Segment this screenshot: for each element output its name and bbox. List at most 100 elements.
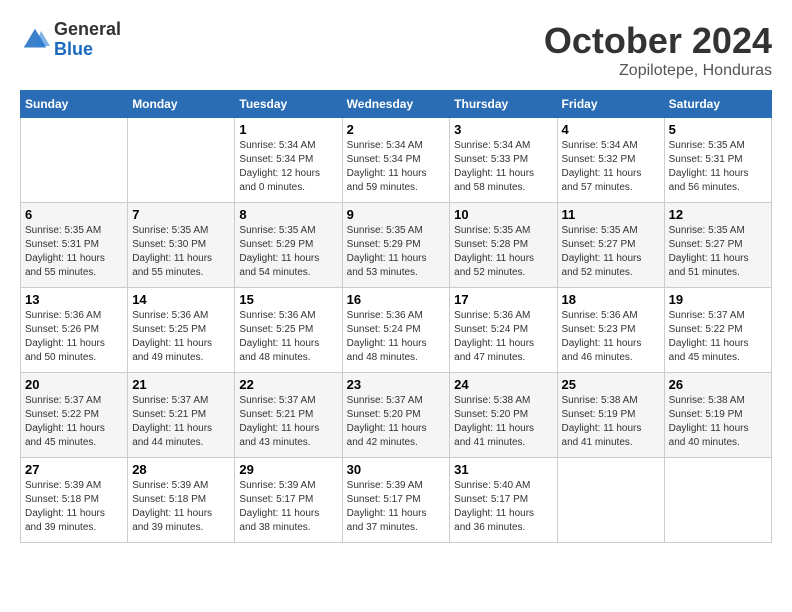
day-info: Sunrise: 5:34 AMSunset: 5:34 PMDaylight:…	[347, 139, 446, 195]
day-number: 21	[132, 377, 230, 392]
day-number: 8	[239, 207, 337, 222]
day-number: 24	[454, 377, 552, 392]
day-number: 12	[669, 207, 767, 222]
month-title: October 2024	[544, 20, 772, 62]
day-info: Sunrise: 5:38 AMSunset: 5:19 PMDaylight:…	[669, 394, 767, 450]
calendar-cell: 14 Sunrise: 5:36 AMSunset: 5:25 PMDayligh…	[128, 288, 235, 373]
day-number: 3	[454, 122, 552, 137]
calendar-cell: 29 Sunrise: 5:39 AMSunset: 5:17 PMDayligh…	[235, 458, 342, 543]
weekday-header-thursday: Thursday	[450, 91, 557, 118]
day-info: Sunrise: 5:34 AMSunset: 5:34 PMDaylight:…	[239, 139, 337, 195]
logo-icon	[20, 25, 50, 55]
calendar-cell	[557, 458, 664, 543]
day-number: 26	[669, 377, 767, 392]
day-info: Sunrise: 5:38 AMSunset: 5:20 PMDaylight:…	[454, 394, 552, 450]
header: General Blue October 2024 Zopilotepe, Ho…	[20, 20, 772, 80]
calendar-cell: 27 Sunrise: 5:39 AMSunset: 5:18 PMDayligh…	[21, 458, 128, 543]
weekday-header-sunday: Sunday	[21, 91, 128, 118]
day-info: Sunrise: 5:39 AMSunset: 5:17 PMDaylight:…	[239, 479, 337, 535]
day-info: Sunrise: 5:35 AMSunset: 5:29 PMDaylight:…	[347, 224, 446, 280]
day-info: Sunrise: 5:35 AMSunset: 5:27 PMDaylight:…	[669, 224, 767, 280]
calendar-cell: 24 Sunrise: 5:38 AMSunset: 5:20 PMDayligh…	[450, 373, 557, 458]
weekday-header-saturday: Saturday	[664, 91, 771, 118]
calendar-cell: 4Sunrise: 5:34 AMSunset: 5:32 PMDaylight…	[557, 118, 664, 203]
calendar-cell: 28 Sunrise: 5:39 AMSunset: 5:18 PMDayligh…	[128, 458, 235, 543]
logo-text: General Blue	[54, 20, 121, 60]
weekday-header-monday: Monday	[128, 91, 235, 118]
weekday-header-wednesday: Wednesday	[342, 91, 450, 118]
calendar-cell: 10Sunrise: 5:35 AMSunset: 5:28 PMDayligh…	[450, 203, 557, 288]
day-info: Sunrise: 5:35 AMSunset: 5:30 PMDaylight:…	[132, 224, 230, 280]
day-number: 2	[347, 122, 446, 137]
calendar-cell: 19 Sunrise: 5:37 AMSunset: 5:22 PMDayligh…	[664, 288, 771, 373]
day-number: 17	[454, 292, 552, 307]
calendar-cell: 11 Sunrise: 5:35 AMSunset: 5:27 PMDayligh…	[557, 203, 664, 288]
logo-general: General	[54, 20, 121, 40]
day-number: 18	[562, 292, 660, 307]
calendar-cell: 17Sunrise: 5:36 AMSunset: 5:24 PMDayligh…	[450, 288, 557, 373]
day-info: Sunrise: 5:39 AMSunset: 5:18 PMDaylight:…	[132, 479, 230, 535]
day-info: Sunrise: 5:36 AMSunset: 5:26 PMDaylight:…	[25, 309, 123, 365]
day-info: Sunrise: 5:35 AMSunset: 5:27 PMDaylight:…	[562, 224, 660, 280]
calendar-cell: 20 Sunrise: 5:37 AMSunset: 5:22 PMDayligh…	[21, 373, 128, 458]
calendar-cell: 25Sunrise: 5:38 AMSunset: 5:19 PMDayligh…	[557, 373, 664, 458]
calendar-week-row: 1Sunrise: 5:34 AMSunset: 5:34 PMDaylight…	[21, 118, 772, 203]
calendar-cell: 16 Sunrise: 5:36 AMSunset: 5:24 PMDayligh…	[342, 288, 450, 373]
calendar-cell: 26 Sunrise: 5:38 AMSunset: 5:19 PMDayligh…	[664, 373, 771, 458]
day-info: Sunrise: 5:37 AMSunset: 5:21 PMDaylight:…	[132, 394, 230, 450]
day-info: Sunrise: 5:37 AMSunset: 5:22 PMDaylight:…	[25, 394, 123, 450]
day-number: 11	[562, 207, 660, 222]
day-info: Sunrise: 5:39 AMSunset: 5:18 PMDaylight:…	[25, 479, 123, 535]
day-info: Sunrise: 5:40 AMSunset: 5:17 PMDaylight:…	[454, 479, 552, 535]
day-number: 5	[669, 122, 767, 137]
calendar-week-row: 6 Sunrise: 5:35 AMSunset: 5:31 PMDaylight…	[21, 203, 772, 288]
day-number: 19	[669, 292, 767, 307]
calendar-cell: 3 Sunrise: 5:34 AMSunset: 5:33 PMDaylight…	[450, 118, 557, 203]
calendar-cell: 21 Sunrise: 5:37 AMSunset: 5:21 PMDayligh…	[128, 373, 235, 458]
day-info: Sunrise: 5:36 AMSunset: 5:24 PMDaylight:…	[347, 309, 446, 365]
calendar-cell: 7 Sunrise: 5:35 AMSunset: 5:30 PMDaylight…	[128, 203, 235, 288]
logo-blue: Blue	[54, 40, 121, 60]
day-info: Sunrise: 5:37 AMSunset: 5:22 PMDaylight:…	[669, 309, 767, 365]
day-info: Sunrise: 5:36 AMSunset: 5:25 PMDaylight:…	[239, 309, 337, 365]
day-number: 14	[132, 292, 230, 307]
day-number: 7	[132, 207, 230, 222]
day-info: Sunrise: 5:34 AMSunset: 5:33 PMDaylight:…	[454, 139, 552, 195]
calendar-cell: 2 Sunrise: 5:34 AMSunset: 5:34 PMDaylight…	[342, 118, 450, 203]
calendar-cell: 23 Sunrise: 5:37 AMSunset: 5:20 PMDayligh…	[342, 373, 450, 458]
day-info: Sunrise: 5:37 AMSunset: 5:21 PMDaylight:…	[239, 394, 337, 450]
day-info: Sunrise: 5:36 AMSunset: 5:23 PMDaylight:…	[562, 309, 660, 365]
day-number: 28	[132, 462, 230, 477]
calendar-cell: 9 Sunrise: 5:35 AMSunset: 5:29 PMDaylight…	[342, 203, 450, 288]
calendar: SundayMondayTuesdayWednesdayThursdayFrid…	[20, 90, 772, 543]
calendar-cell: 22Sunrise: 5:37 AMSunset: 5:21 PMDayligh…	[235, 373, 342, 458]
weekday-header-friday: Friday	[557, 91, 664, 118]
day-info: Sunrise: 5:35 AMSunset: 5:28 PMDaylight:…	[454, 224, 552, 280]
location-subtitle: Zopilotepe, Honduras	[544, 62, 772, 80]
calendar-cell: 12 Sunrise: 5:35 AMSunset: 5:27 PMDayligh…	[664, 203, 771, 288]
day-number: 6	[25, 207, 123, 222]
calendar-cell: 18 Sunrise: 5:36 AMSunset: 5:23 PMDayligh…	[557, 288, 664, 373]
calendar-cell	[128, 118, 235, 203]
day-number: 27	[25, 462, 123, 477]
day-number: 29	[239, 462, 337, 477]
day-info: Sunrise: 5:38 AMSunset: 5:19 PMDaylight:…	[562, 394, 660, 450]
day-number: 9	[347, 207, 446, 222]
day-number: 16	[347, 292, 446, 307]
calendar-cell	[21, 118, 128, 203]
day-info: Sunrise: 5:37 AMSunset: 5:20 PMDaylight:…	[347, 394, 446, 450]
day-number: 23	[347, 377, 446, 392]
calendar-cell: 13Sunrise: 5:36 AMSunset: 5:26 PMDayligh…	[21, 288, 128, 373]
day-info: Sunrise: 5:34 AMSunset: 5:32 PMDaylight:…	[562, 139, 660, 195]
logo: General Blue	[20, 20, 121, 60]
calendar-cell: 5 Sunrise: 5:35 AMSunset: 5:31 PMDaylight…	[664, 118, 771, 203]
day-number: 31	[454, 462, 552, 477]
calendar-cell	[664, 458, 771, 543]
day-number: 30	[347, 462, 446, 477]
day-info: Sunrise: 5:35 AMSunset: 5:31 PMDaylight:…	[669, 139, 767, 195]
calendar-week-row: 27 Sunrise: 5:39 AMSunset: 5:18 PMDayligh…	[21, 458, 772, 543]
calendar-cell: 8Sunrise: 5:35 AMSunset: 5:29 PMDaylight…	[235, 203, 342, 288]
day-info: Sunrise: 5:36 AMSunset: 5:25 PMDaylight:…	[132, 309, 230, 365]
day-number: 20	[25, 377, 123, 392]
day-info: Sunrise: 5:35 AMSunset: 5:31 PMDaylight:…	[25, 224, 123, 280]
